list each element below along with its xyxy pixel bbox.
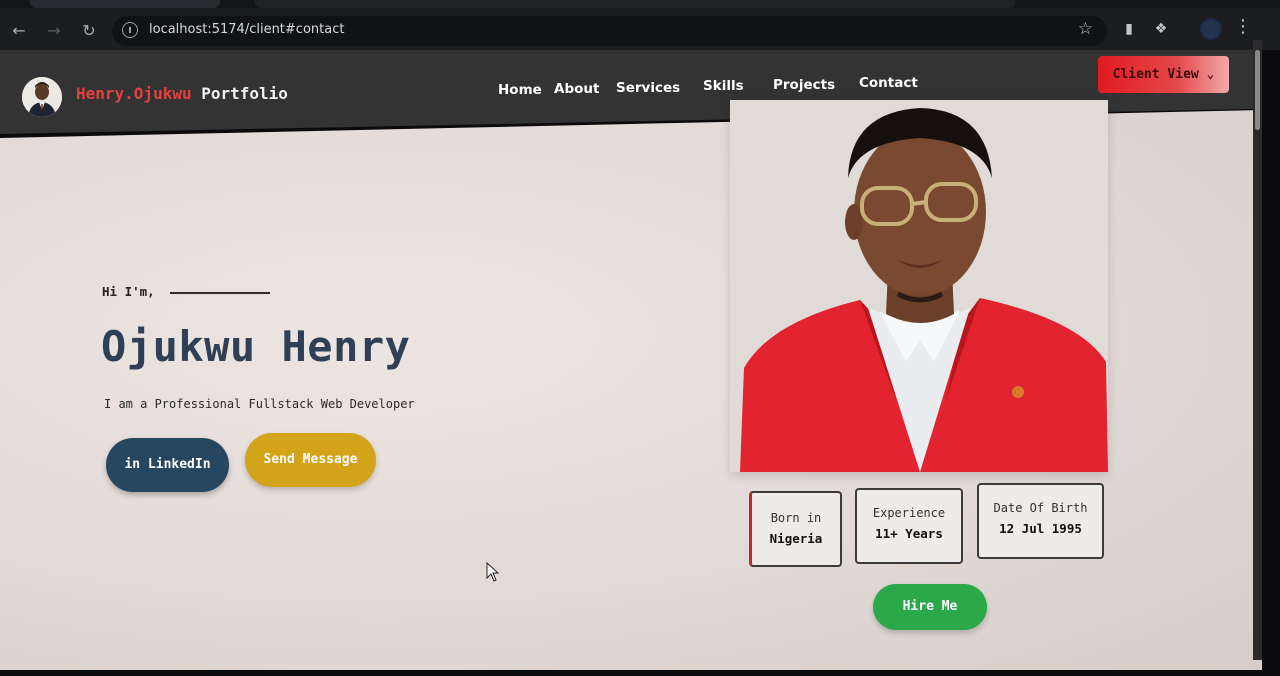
mouse-cursor-icon <box>486 562 500 582</box>
back-icon[interactable]: ← <box>8 20 30 42</box>
info-card-experience: Experience 11+ Years <box>855 488 963 564</box>
client-view-label: Client View <box>1112 67 1199 82</box>
nav-skills[interactable]: Skills <box>703 78 744 94</box>
info-card-date-of-birth: Date Of Birth 12 Jul 1995 <box>977 483 1104 559</box>
nav-about[interactable]: About <box>554 81 599 97</box>
greeting-underline <box>170 292 270 294</box>
hire-me-label: Hire Me <box>902 599 958 614</box>
nav-services[interactable]: Services <box>616 80 680 96</box>
browser-tab-active[interactable] <box>255 0 1015 8</box>
page-scrollbar[interactable] <box>1253 40 1262 660</box>
client-view-button[interactable]: Client View ⌄ <box>1098 56 1229 93</box>
browser-tab[interactable] <box>30 0 220 8</box>
portrait-illustration <box>730 100 1108 472</box>
chevron-down-icon: ⌄ <box>1206 67 1215 82</box>
card-label: Born in <box>770 511 822 525</box>
nav-home[interactable]: Home <box>498 82 542 98</box>
send-message-label: Send Message <box>263 452 358 467</box>
card-value: Nigeria <box>769 531 823 546</box>
address-bar[interactable]: localhost:5174/client#contact ☆ <box>112 16 1107 46</box>
info-card-born: Born in Nigeria <box>749 491 842 567</box>
nav-contact[interactable]: Contact <box>859 75 918 91</box>
extension-icon[interactable]: ▮ <box>1120 20 1138 38</box>
send-message-button[interactable]: Send Message <box>245 433 376 487</box>
forward-icon[interactable]: → <box>43 20 65 42</box>
linkedin-button[interactable]: in LinkedIn <box>106 438 229 492</box>
card-label: Experience <box>872 506 946 520</box>
linkedin-icon: in <box>124 457 141 472</box>
main-nav: Home About Services Skills Projects Cont… <box>0 75 1280 99</box>
hero-greeting: Hi I'm, <box>102 284 155 299</box>
address-url[interactable]: localhost:5174/client#contact <box>149 22 344 37</box>
tab-strip <box>0 0 1280 8</box>
scrollbar-thumb[interactable] <box>1255 50 1260 130</box>
puzzle-icon[interactable]: ❖ <box>1152 20 1170 38</box>
browser-toolbar: ← → ↻ localhost:5174/client#contact ☆ ▮ … <box>0 0 1280 50</box>
site-info-icon[interactable] <box>122 22 138 38</box>
profile-photo <box>730 100 1108 472</box>
menu-icon[interactable]: ⋮ <box>1234 16 1252 37</box>
card-label: Date Of Birth <box>993 501 1088 515</box>
hero-name: Ojukwu Henry <box>101 322 411 371</box>
hire-me-button[interactable]: Hire Me <box>873 584 987 630</box>
bookmark-star-icon[interactable]: ☆ <box>1078 19 1093 39</box>
linkedin-label: LinkedIn <box>147 457 211 472</box>
card-value: 11+ Years <box>875 526 943 541</box>
hero-tagline: I am a Professional Fullstack Web Develo… <box>104 397 415 411</box>
reload-icon[interactable]: ↻ <box>78 20 100 42</box>
card-value: 12 Jul 1995 <box>999 521 1082 536</box>
profile-icon[interactable] <box>1200 18 1222 40</box>
nav-projects[interactable]: Projects <box>773 77 835 93</box>
